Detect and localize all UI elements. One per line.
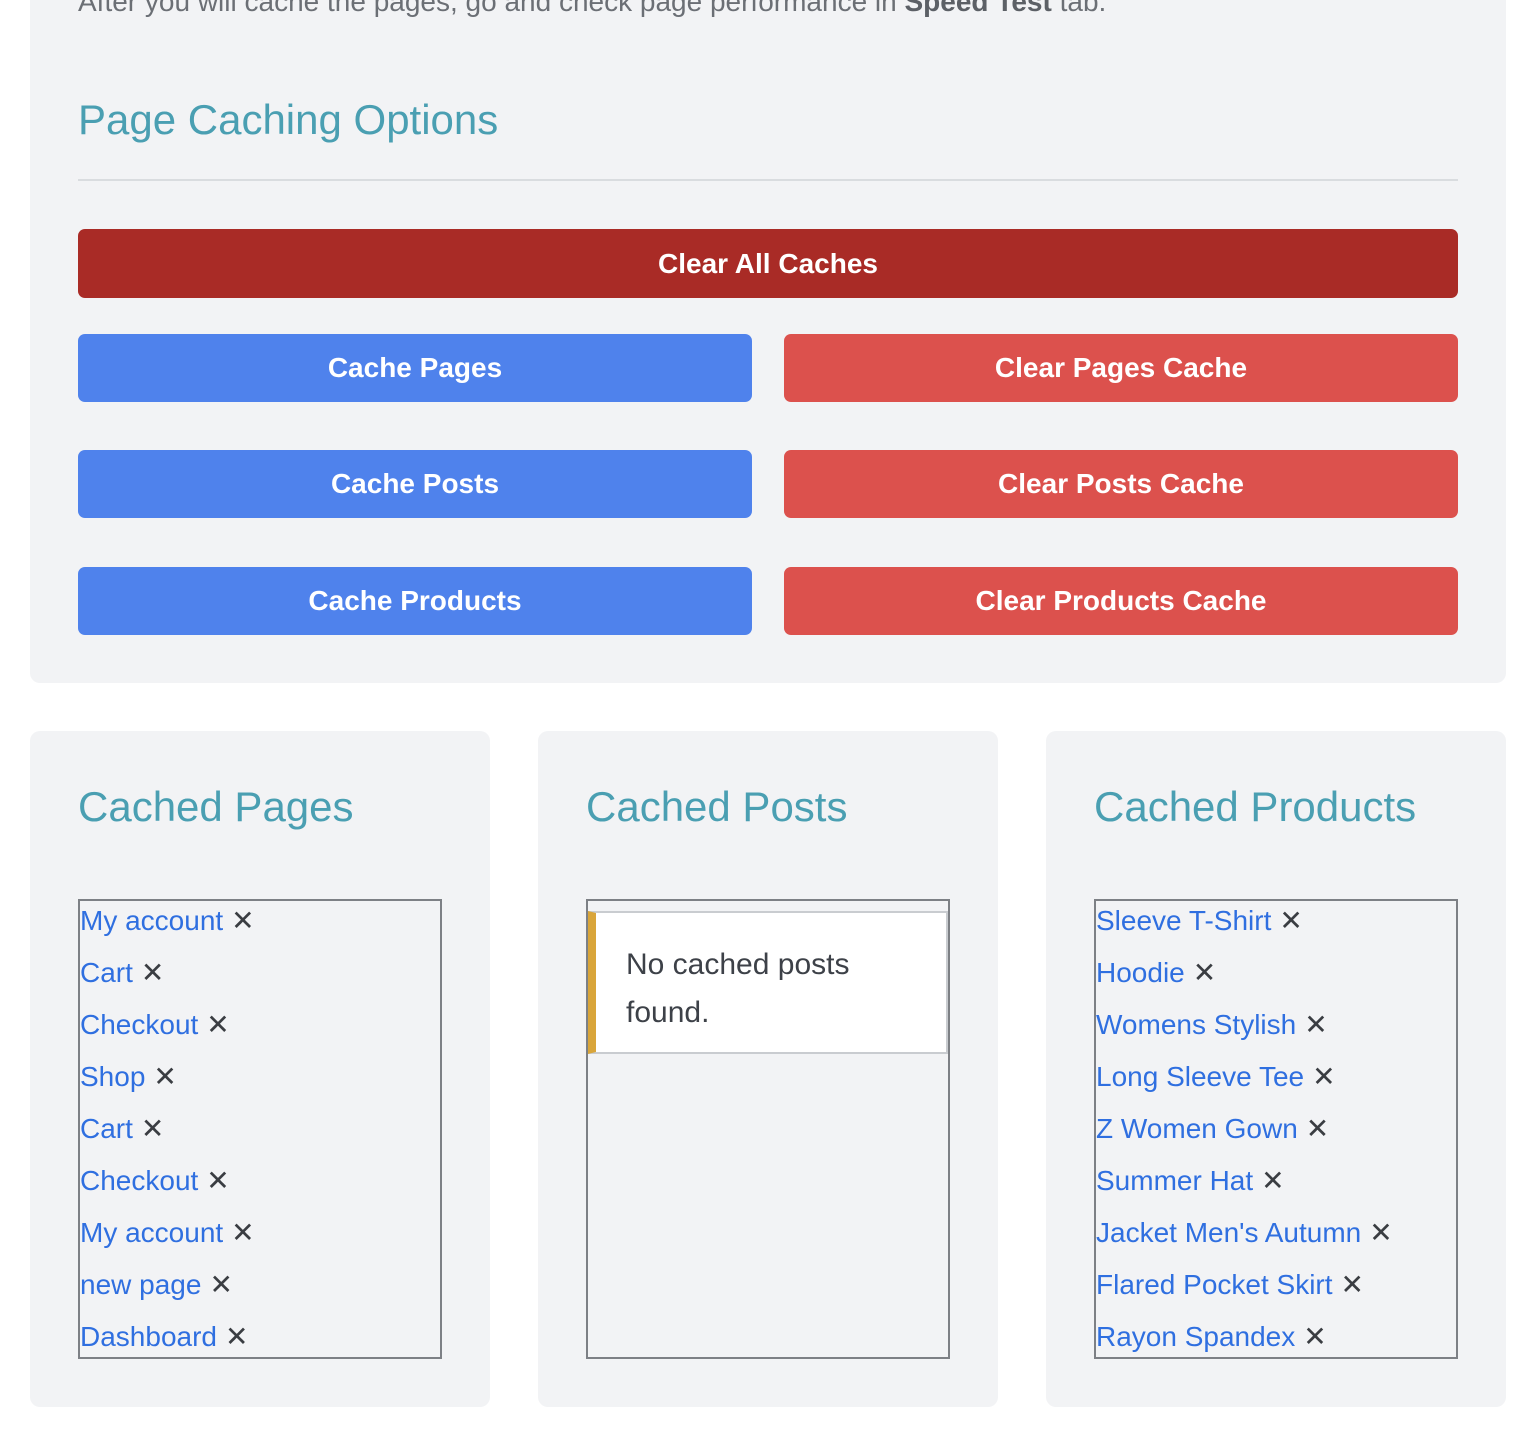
- close-icon[interactable]: ✕: [1304, 1011, 1327, 1039]
- cached-item-link[interactable]: Long Sleeve Tee: [1096, 1061, 1304, 1093]
- close-icon[interactable]: ✕: [225, 1323, 248, 1351]
- close-icon[interactable]: ✕: [1312, 1063, 1335, 1091]
- page-caching-options-title: Page Caching Options: [78, 96, 499, 143]
- list-item: Z Women Gown ✕: [1096, 1109, 1329, 1149]
- close-icon[interactable]: ✕: [231, 907, 254, 935]
- no-posts-notice-text: No cached posts found.: [626, 948, 850, 1029]
- cache-products-button[interactable]: Cache Products: [78, 567, 752, 635]
- close-icon[interactable]: ✕: [141, 959, 164, 987]
- close-icon[interactable]: ✕: [1261, 1167, 1284, 1195]
- speed-test-reference: Speed Test: [904, 0, 1052, 17]
- list-item: Shop ✕: [80, 1057, 177, 1097]
- close-icon[interactable]: ✕: [1279, 907, 1302, 935]
- clear-pages-cache-button[interactable]: Clear Pages Cache: [784, 334, 1458, 402]
- cached-posts-title: Cached Posts: [586, 783, 848, 830]
- cached-item-link[interactable]: Checkout: [80, 1165, 198, 1197]
- intro-text-after: tab.: [1051, 0, 1107, 17]
- list-item: Flared Pocket Skirt ✕: [1096, 1265, 1364, 1305]
- list-item: My account ✕: [80, 1213, 255, 1253]
- cached-item-link[interactable]: Shop: [80, 1061, 145, 1093]
- close-icon[interactable]: ✕: [1369, 1219, 1392, 1247]
- cached-pages-title: Cached Pages: [78, 783, 354, 830]
- list-item: Womens Stylish ✕: [1096, 1005, 1328, 1045]
- cached-item-link[interactable]: Cart: [80, 957, 133, 989]
- list-item: Long Sleeve Tee ✕: [1096, 1057, 1336, 1097]
- intro-text-before: After you will cache the pages, go and c…: [78, 0, 905, 17]
- cached-item-link[interactable]: My account: [80, 1217, 223, 1249]
- list-item: Hoodie ✕: [1096, 953, 1216, 993]
- list-item: Summer Hat ✕: [1096, 1161, 1285, 1201]
- close-icon[interactable]: ✕: [1193, 959, 1216, 987]
- cached-item-link[interactable]: Dashboard: [80, 1321, 217, 1353]
- close-icon[interactable]: ✕: [206, 1167, 229, 1195]
- cached-item-link[interactable]: Z Women Gown: [1096, 1113, 1298, 1145]
- intro-text: After you will cache the pages, go and c…: [78, 0, 1106, 18]
- list-item: Jacket Men's Autumn ✕: [1096, 1213, 1393, 1253]
- cached-item-link[interactable]: Flared Pocket Skirt: [1096, 1269, 1333, 1301]
- clear-products-cache-button[interactable]: Clear Products Cache: [784, 567, 1458, 635]
- list-item: Dashboard ✕: [80, 1317, 248, 1357]
- cached-item-link[interactable]: Hoodie: [1096, 957, 1185, 989]
- cached-pages-panel: Cached Pages My account ✕ Cart ✕ Checkout ✕ Sh…: [30, 731, 490, 1407]
- cached-item-link[interactable]: Sleeve T-Shirt: [1096, 905, 1271, 937]
- list-item: Checkout ✕: [80, 1161, 230, 1201]
- cache-pages-button[interactable]: Cache Pages: [78, 334, 752, 402]
- close-icon[interactable]: ✕: [231, 1219, 254, 1247]
- clear-all-caches-button[interactable]: Clear All Caches: [78, 229, 1458, 298]
- list-item: Checkout ✕: [80, 1005, 230, 1045]
- cached-pages-list[interactable]: My account ✕ Cart ✕ Checkout ✕ Shop ✕ Cart ✕ Check…: [78, 899, 442, 1359]
- cached-item-link[interactable]: Summer Hat: [1096, 1165, 1253, 1197]
- cached-products-panel: Cached Products Sleeve T-Shirt ✕ Hoodie ✕ Wo…: [1046, 731, 1506, 1407]
- cached-item-link[interactable]: Womens Stylish: [1096, 1009, 1296, 1041]
- cached-products-list[interactable]: Sleeve T-Shirt ✕ Hoodie ✕ Womens Stylish ✕ Lon…: [1094, 899, 1458, 1359]
- cached-posts-list[interactable]: No cached posts found.: [586, 899, 950, 1359]
- close-icon[interactable]: ✕: [153, 1063, 176, 1091]
- clear-posts-cache-button[interactable]: Clear Posts Cache: [784, 450, 1458, 518]
- list-item: Rayon Spandex ✕: [1096, 1317, 1327, 1357]
- cached-posts-panel: Cached Posts No cached posts found.: [538, 731, 998, 1407]
- cached-item-link[interactable]: new page: [80, 1269, 201, 1301]
- cached-products-title: Cached Products: [1094, 783, 1417, 830]
- divider: [78, 179, 1458, 181]
- cache-posts-button[interactable]: Cache Posts: [78, 450, 752, 518]
- list-item: Cart ✕: [80, 1109, 164, 1149]
- close-icon[interactable]: ✕: [206, 1011, 229, 1039]
- close-icon[interactable]: ✕: [209, 1271, 232, 1299]
- cached-item-link[interactable]: Jacket Men's Autumn: [1096, 1217, 1361, 1249]
- cached-item-link[interactable]: Checkout: [80, 1009, 198, 1041]
- close-icon[interactable]: ✕: [1306, 1115, 1329, 1143]
- list-item: Cart ✕: [80, 953, 164, 993]
- close-icon[interactable]: ✕: [141, 1115, 164, 1143]
- cached-item-link[interactable]: Cart: [80, 1113, 133, 1145]
- cached-item-link[interactable]: My account: [80, 905, 223, 937]
- cached-item-link[interactable]: Rayon Spandex: [1096, 1321, 1295, 1353]
- list-item: Sleeve T-Shirt ✕: [1096, 901, 1303, 941]
- close-icon[interactable]: ✕: [1341, 1271, 1364, 1299]
- list-item: My account ✕: [80, 901, 255, 941]
- list-item: new page ✕: [80, 1265, 233, 1305]
- close-icon[interactable]: ✕: [1303, 1323, 1326, 1351]
- no-posts-notice: No cached posts found.: [588, 911, 948, 1054]
